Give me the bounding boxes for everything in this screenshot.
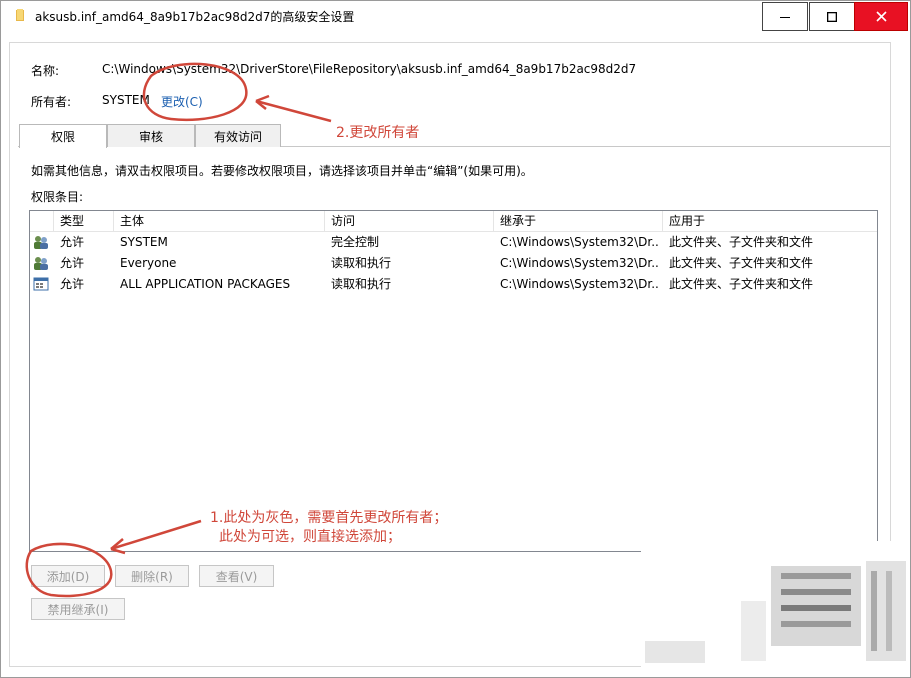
minimize-button[interactable]	[762, 2, 808, 31]
cell-applies-to: 此文件夹、子文件夹和文件	[669, 235, 814, 249]
cell-inherited-from: C:\Windows\System32\Dr...	[500, 277, 660, 291]
cell-principal: SYSTEM	[120, 235, 168, 249]
app-packages-icon	[33, 277, 49, 291]
table-row[interactable]: 允许 SYSTEM 完全控制 C:\Windows\System32\Dr...…	[30, 232, 877, 253]
close-icon	[875, 11, 887, 22]
cell-applies-to: 此文件夹、子文件夹和文件	[669, 277, 814, 291]
permission-entries-list[interactable]: 类型 主体 访问 继承于 应用于 允许 SYSTEM 完全控制 C:\Windo…	[29, 210, 878, 552]
remove-button[interactable]: 删除(R)	[115, 565, 189, 587]
tab-effective-access[interactable]: 有效访问	[195, 124, 281, 147]
tab-permissions[interactable]: 权限	[19, 124, 107, 148]
list-header: 类型 主体 访问 继承于 应用于	[30, 211, 877, 232]
table-row[interactable]: 允许 Everyone 读取和执行 C:\Windows\System32\Dr…	[30, 253, 877, 274]
column-header-principal[interactable]: 主体	[114, 211, 325, 232]
folder-icon	[16, 9, 24, 21]
column-header-inherited-from[interactable]: 继承于	[494, 211, 663, 232]
security-settings-window: aksusb.inf_amd64_8a9b17b2ac98d2d7的高级安全设置…	[0, 0, 911, 678]
maximize-icon	[827, 11, 837, 22]
column-header-type[interactable]: 类型	[54, 211, 114, 232]
owner-value: SYSTEM	[102, 93, 150, 107]
cell-principal: Everyone	[120, 256, 177, 270]
cell-access: 读取和执行	[331, 277, 392, 291]
annotation-step1-line1: 1.此处为灰色，需要首先更改所有者；	[210, 510, 448, 526]
window-title: aksusb.inf_amd64_8a9b17b2ac98d2d7的高级安全设置	[35, 10, 355, 24]
table-row[interactable]: 允许 ALL APPLICATION PACKAGES 读取和执行 C:\Win…	[30, 274, 877, 295]
column-header-applies-to[interactable]: 应用于	[663, 211, 877, 232]
title-bar[interactable]: aksusb.inf_amd64_8a9b17b2ac98d2d7的高级安全设置	[1, 1, 910, 32]
column-header-icon	[30, 211, 54, 232]
tab-auditing[interactable]: 审核	[107, 124, 195, 147]
change-owner-link[interactable]: 更改(C)	[161, 93, 203, 110]
add-button[interactable]: 添加(D)	[31, 565, 105, 587]
cell-principal: ALL APPLICATION PACKAGES	[120, 277, 291, 291]
info-text: 如需其他信息，请双击权限项目。若要修改权限项目，请选择该项目并单击“编辑”(如果…	[31, 164, 533, 178]
annotation-change-owner: 2.更改所有者	[336, 125, 420, 141]
tab-permissions-label: 权限	[50, 130, 75, 144]
cell-access: 读取和执行	[331, 256, 392, 270]
users-icon	[34, 236, 48, 249]
close-button[interactable]	[854, 2, 908, 31]
disable-inheritance-button[interactable]: 禁用继承(I)	[31, 598, 125, 620]
users-icon	[34, 257, 48, 270]
cell-type: 允许	[60, 235, 85, 249]
entries-label: 权限条目:	[31, 190, 84, 204]
cell-inherited-from: C:\Windows\System32\Dr...	[500, 256, 660, 270]
cell-access: 完全控制	[331, 235, 380, 249]
tab-effective-access-label: 有效访问	[213, 129, 262, 144]
cell-inherited-from: C:\Windows\System32\Dr...	[500, 235, 660, 249]
view-button[interactable]: 查看(V)	[199, 565, 274, 587]
blurred-watermark-area	[641, 541, 910, 677]
cell-type: 允许	[60, 277, 85, 291]
annotation-step1-line2: 此处为可选，则直接选添加；	[219, 529, 401, 545]
object-path: C:\Windows\System32\DriverStore\FileRepo…	[102, 62, 637, 76]
cell-applies-to: 此文件夹、子文件夹和文件	[669, 256, 814, 270]
name-label: 名称:	[31, 64, 60, 78]
maximize-button[interactable]	[809, 2, 855, 31]
minimize-icon	[780, 16, 790, 18]
tab-auditing-label: 审核	[138, 129, 163, 144]
owner-label: 所有者:	[31, 95, 72, 109]
column-header-access[interactable]: 访问	[325, 211, 494, 232]
cell-type: 允许	[60, 256, 85, 270]
